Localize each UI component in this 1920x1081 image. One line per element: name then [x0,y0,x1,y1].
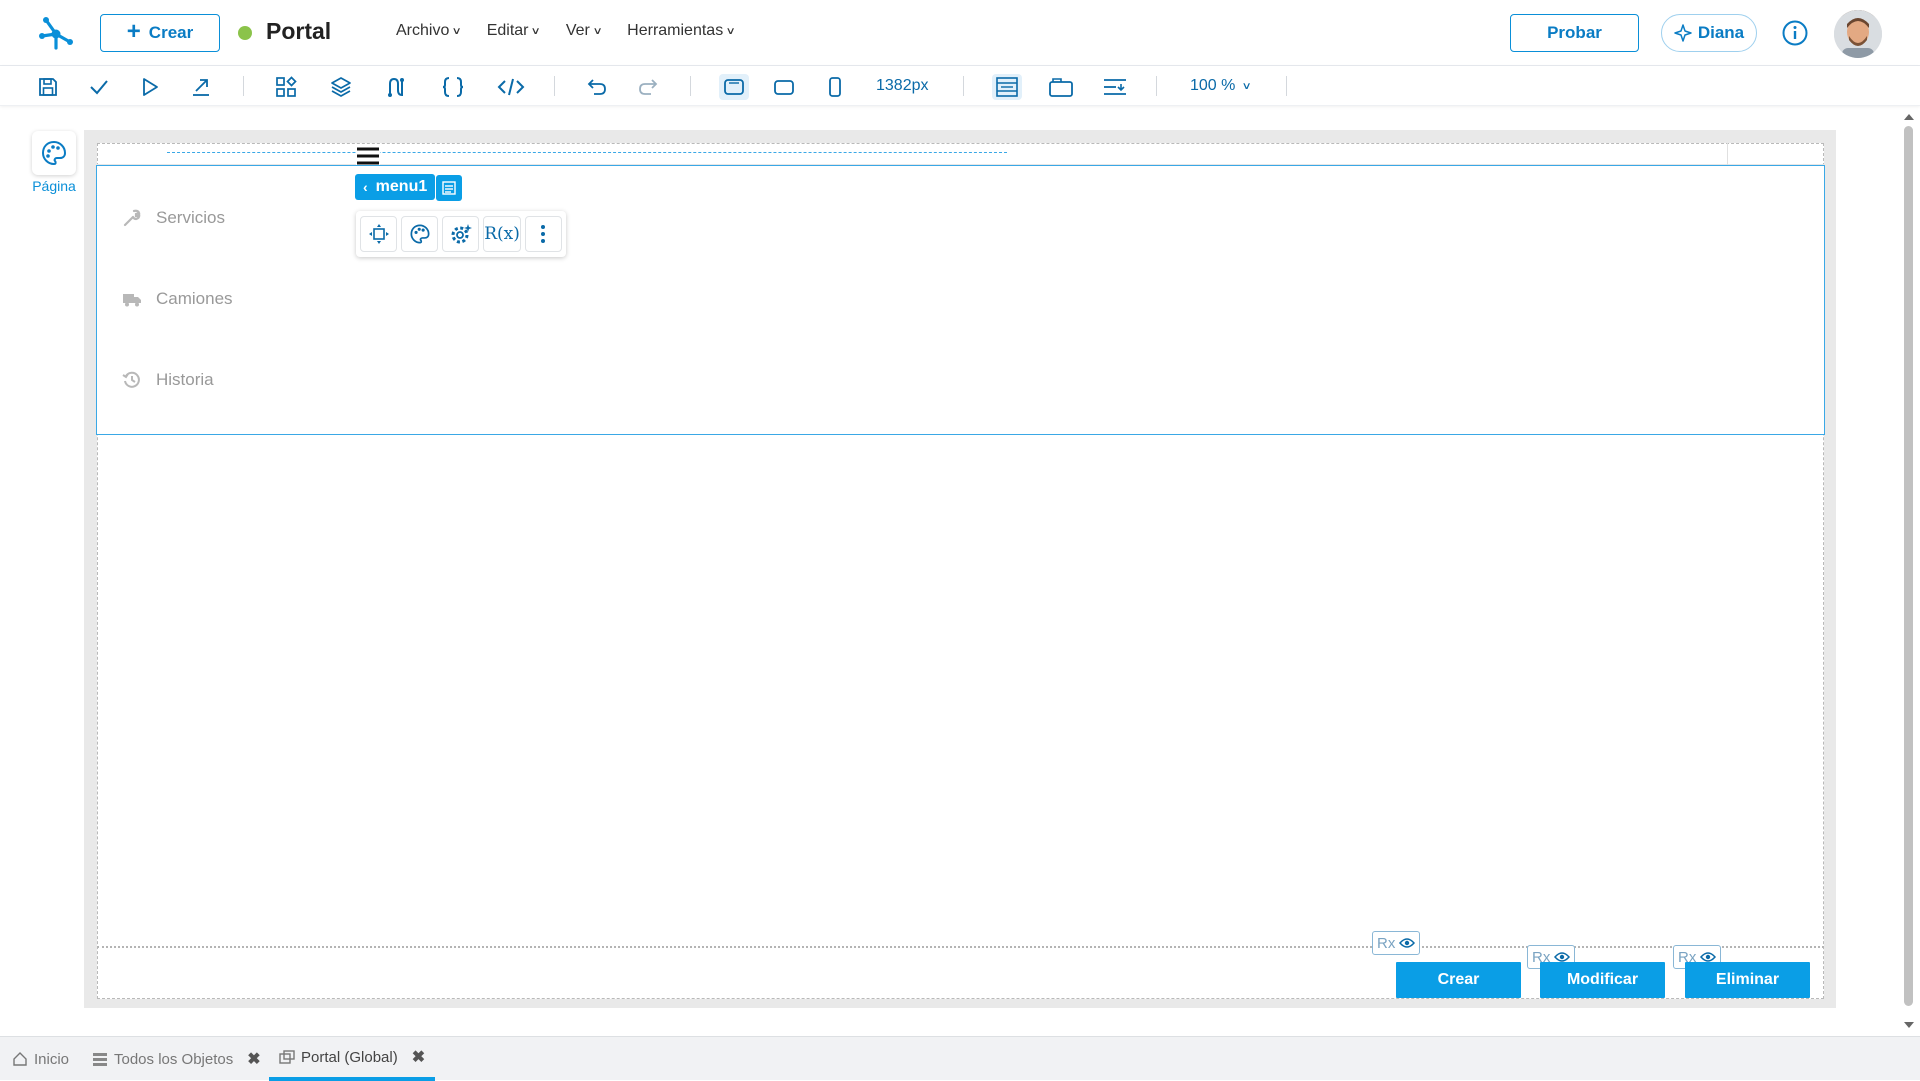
layers-icon[interactable] [328,74,354,100]
create-button-label: Crear [148,23,194,42]
toolbar-divider [690,76,691,96]
app-title: Portal [266,18,332,44]
page-style-button[interactable] [32,131,76,175]
component-toolbar: R(x) [356,211,566,257]
tab-todos-los-objetos[interactable]: Todos los Objetos ✖ [92,1037,261,1081]
settings-icon[interactable] [442,216,480,252]
editor-toolbar: 1382px 100 % ∨ [0,66,1920,106]
tab-inicio[interactable]: Inicio [12,1037,69,1081]
palette-icon[interactable] [401,216,439,252]
scroll-down-icon[interactable] [1900,1018,1920,1032]
chevron-down-icon: ∨ [451,25,463,37]
flow-icon[interactable] [383,74,409,100]
truck-icon [122,289,142,309]
zoom-value: 100 % [1190,77,1236,94]
menu-herramientas[interactable]: Herramientas ∨ [627,22,736,40]
undo-icon[interactable] [584,74,610,100]
history-icon [122,370,142,390]
menu-editar[interactable]: Editar ∨ [487,22,542,40]
zoom-select[interactable]: 100 % ∨ [1190,77,1253,95]
tab-portal-global[interactable]: Portal (Global) ✖ [269,1037,436,1081]
redo-icon[interactable] [635,74,661,100]
toolbar-divider [1286,76,1287,96]
close-icon[interactable]: ✖ [247,1049,260,1069]
chevron-down-icon: ∨ [531,25,542,37]
check-icon[interactable] [86,74,112,100]
close-icon[interactable]: ✖ [412,1047,425,1067]
menu-ver[interactable]: Ver ∨ [566,22,603,40]
chevron-down-icon: ∨ [725,25,736,37]
scrollbar-thumb[interactable] [1904,126,1913,1006]
mobile-icon[interactable] [822,74,848,100]
menu1-component[interactable] [96,165,1825,435]
tablet-icon[interactable] [771,74,797,100]
sparkle-icon [1674,24,1692,42]
home-icon [13,1052,27,1066]
selected-component-name: menu1 [375,178,428,195]
toolbar-divider [963,76,964,96]
canvas-width-readout: 1382px [876,77,929,94]
menu-item-historia[interactable]: Historia [122,370,214,390]
vertical-scrollbar[interactable] [1900,108,1920,1034]
menu-archivo[interactable]: Archivo ∨ [396,22,463,40]
info-icon[interactable] [1781,19,1809,47]
components-icon[interactable] [273,74,299,100]
save-icon[interactable] [35,74,61,100]
chevron-down-icon: ∨ [1241,80,1253,92]
status-indicator [238,26,252,40]
toolbar-divider [554,76,555,96]
palette-icon [41,140,67,166]
chevron-left-icon: ‹ [363,179,368,195]
play-icon[interactable] [137,74,163,100]
braces-icon[interactable] [440,74,466,100]
app-logo-icon[interactable] [36,12,76,52]
divider [1727,143,1728,165]
top-bar: + Crear Portal Archivo ∨ Editar ∨ Ver ∨ Her… [0,0,1920,66]
rx-badge[interactable]: Rx [1372,931,1421,955]
container-icon[interactable] [1046,74,1076,100]
test-button[interactable]: Probar [1510,14,1639,52]
eliminar-action-button[interactable]: Eliminar [1685,962,1810,998]
menu-item-camiones[interactable]: Camiones [122,289,233,309]
toolbar-divider [1156,76,1157,96]
scroll-up-icon[interactable] [1900,110,1920,124]
toolbar-divider [243,76,244,96]
desktop-icon[interactable] [719,74,749,100]
menu-item-servicios[interactable]: Servicios [122,208,225,228]
rx-icon[interactable]: R(x) [483,216,521,252]
modificar-action-button[interactable]: Modificar [1540,962,1665,998]
create-button[interactable]: + Crear [100,14,220,52]
chevron-down-icon: ∨ [592,25,603,37]
move-icon[interactable] [360,216,398,252]
drop-guide [167,143,1007,153]
assistant-button[interactable]: Diana [1661,14,1757,52]
align-icon[interactable] [1100,74,1130,100]
selected-component-tag[interactable]: ‹ menu1 [355,174,436,200]
page-label: Página [32,178,76,194]
list-icon [93,1053,107,1066]
main-menu: Archivo ∨ Editar ∨ Ver ∨ Herramientas ∨ [396,22,736,40]
eye-icon [1399,938,1416,948]
plus-icon: + [126,18,141,45]
portal-icon [279,1050,295,1064]
assistant-label: Diana [1697,23,1745,42]
layout-icon[interactable] [992,74,1022,100]
user-avatar[interactable] [1834,10,1882,58]
wrench-icon [122,208,142,228]
export-icon[interactable] [188,74,214,100]
crear-action-button[interactable]: Crear [1396,962,1521,998]
more-vertical-icon[interactable] [524,216,562,252]
code-icon[interactable] [496,74,526,100]
component-type-icon[interactable] [436,175,462,201]
bottom-tab-bar: Inicio Todos los Objetos ✖ Portal (Globa… [0,1036,1920,1081]
